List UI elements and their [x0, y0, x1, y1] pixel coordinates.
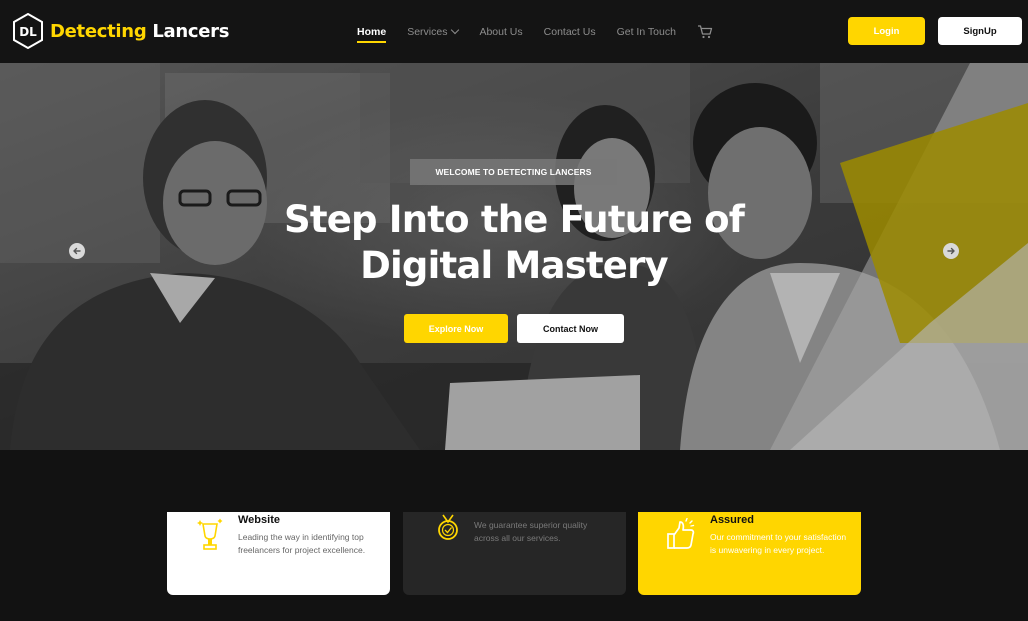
logo-hexagon-icon: DL [13, 13, 43, 49]
hero-title-line1: Step Into the Future of [283, 198, 745, 241]
slider-prev-button[interactable] [69, 243, 85, 259]
slider-next-button[interactable] [943, 243, 959, 259]
signup-button[interactable]: SignUp [938, 17, 1022, 45]
arrow-left-icon [73, 247, 81, 255]
thumbs-up-icon [667, 518, 695, 549]
nav-item-label: Services [407, 25, 448, 38]
hero-title: Step Into the Future of Digital Mastery [214, 197, 814, 289]
feature-description: Leading the way in identifying top freel… [238, 532, 366, 555]
feature-title: Assured [710, 514, 755, 526]
medal-icon [438, 514, 458, 540]
nav-item-label: Get In Touch [616, 25, 676, 38]
top-navbar: DL Detecting Lancers Home Services About… [0, 0, 1028, 63]
nav-item-get-in-touch[interactable]: Get In Touch [617, 0, 676, 63]
arrow-right-icon [947, 247, 955, 255]
explore-now-button[interactable]: Explore Now [404, 314, 508, 343]
feature-card-top-freelancers: Website Leading the way in identifying t… [167, 512, 390, 595]
nav-item-home[interactable]: Home [357, 0, 387, 63]
nav-item-services[interactable]: Services [407, 0, 460, 63]
main-menu: Home Services About Us Contact Us Get In… [357, 0, 713, 63]
svg-text:DL: DL [19, 25, 37, 39]
nav-item-label: About Us [479, 25, 523, 38]
feature-card-quality: We guarantee superior quality across all… [403, 512, 626, 595]
login-button[interactable]: Login [848, 17, 925, 45]
brand-name: Detecting Lancers [50, 21, 229, 42]
feature-description: Our commitment to your satisfaction is u… [710, 532, 847, 555]
brand-logo[interactable]: DL Detecting Lancers [12, 13, 229, 49]
features-section: Website Leading the way in identifying t… [0, 450, 1028, 621]
hero-slider: WELCOME TO DETECTING LANCERS Step Into t… [0, 63, 1028, 450]
feature-description: We guarantee superior quality across all… [474, 520, 588, 543]
contact-now-button[interactable]: Contact Now [517, 314, 624, 343]
brand-name-part1: Detecting [50, 20, 147, 42]
hero-title-line2: Digital Mastery [360, 244, 669, 287]
hero-badge: WELCOME TO DETECTING LANCERS [410, 159, 617, 185]
feature-title: Website [238, 514, 280, 526]
brand-name-part2: Lancers [152, 20, 230, 42]
nav-item-about[interactable]: About Us [479, 0, 522, 63]
nav-item-contact[interactable]: Contact Us [544, 0, 596, 63]
page: DL Detecting Lancers Home Services About… [0, 0, 1028, 621]
nav-item-label: Contact Us [543, 25, 596, 38]
chevron-down-icon [451, 25, 460, 34]
nav-item-label: Home [357, 25, 387, 38]
trophy-icon [197, 518, 223, 550]
feature-card-satisfaction: Assured Our commitment to your satisfact… [638, 512, 861, 595]
cart-icon[interactable] [697, 24, 713, 39]
